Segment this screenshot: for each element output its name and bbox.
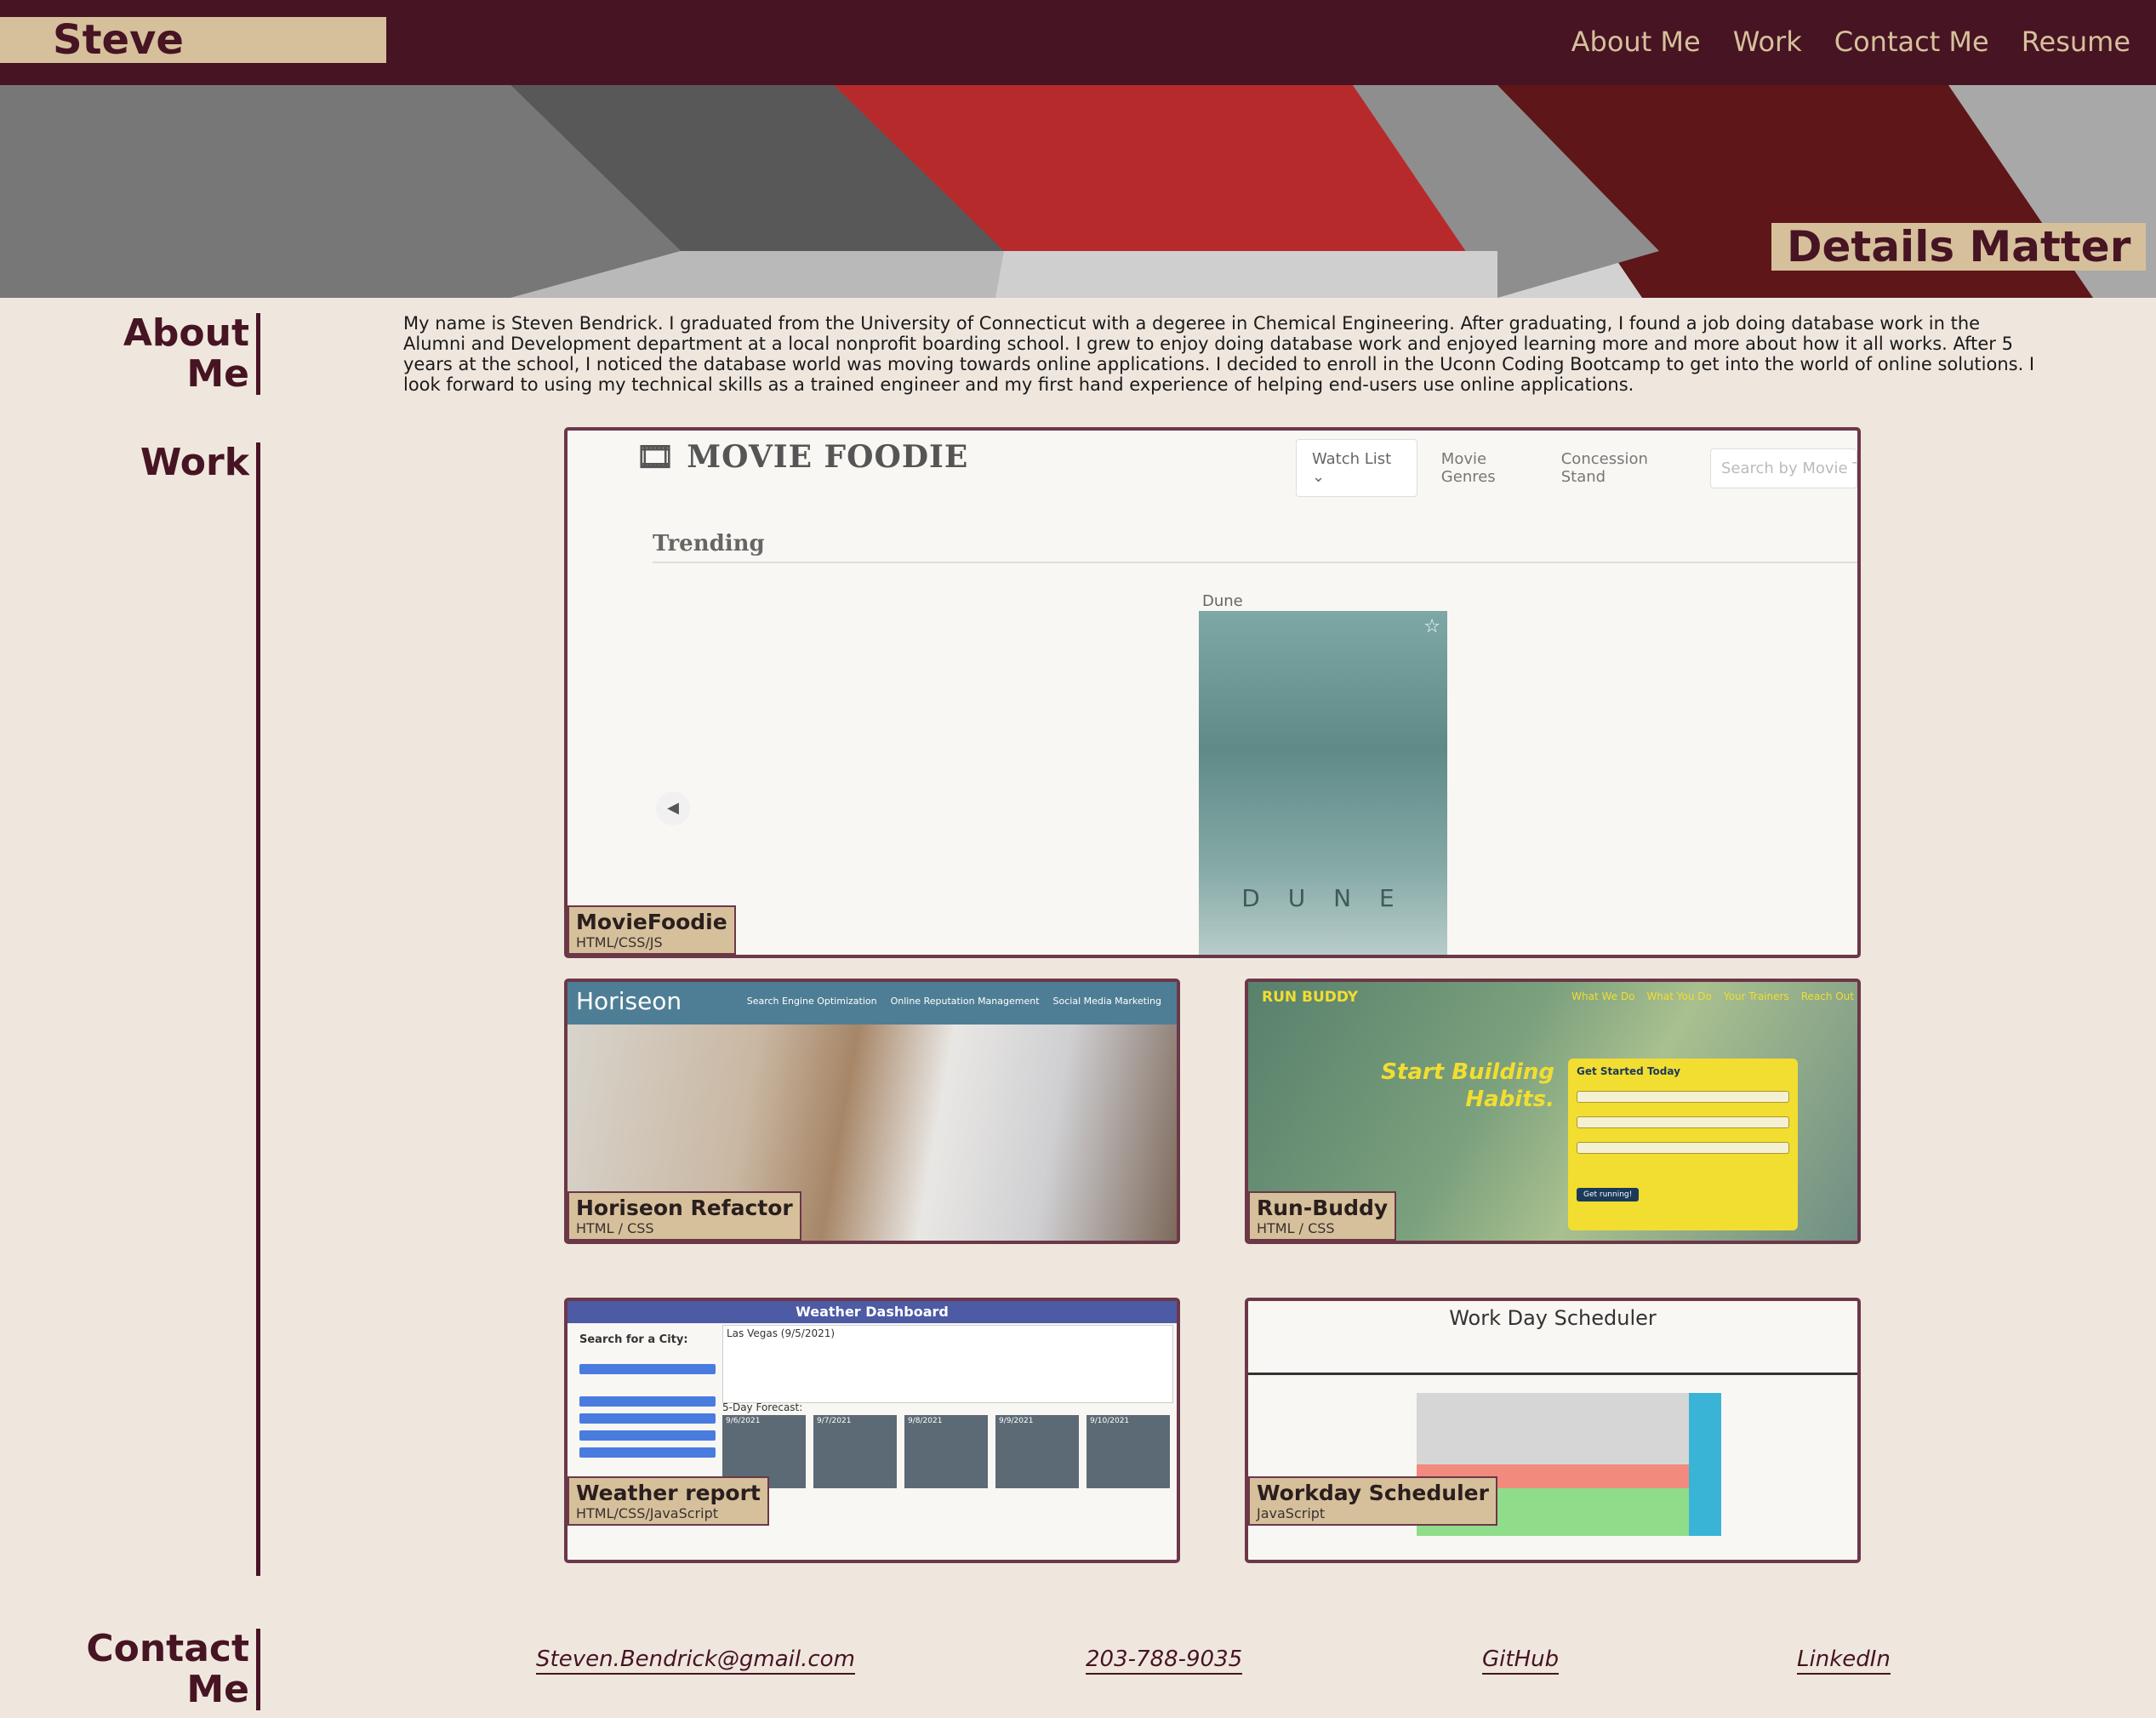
project-title: Horiseon Refactor <box>576 1196 793 1220</box>
project-tech: HTML / CSS <box>1257 1220 1335 1236</box>
nav-work[interactable]: Work <box>1733 22 1802 61</box>
save-icon <box>1689 1512 1721 1536</box>
project-title: Weather report <box>576 1481 761 1505</box>
name-field <box>1577 1091 1789 1103</box>
phone-field <box>1577 1142 1789 1154</box>
hero-banner: Details Matter <box>0 85 2156 298</box>
scheduler-divider <box>1248 1373 1857 1375</box>
star-icon: ☆ <box>1423 616 1440 637</box>
time-block-past <box>1417 1441 1689 1464</box>
forecast-day: 9/9/2021 <box>995 1415 1079 1488</box>
save-icon <box>1689 1417 1721 1441</box>
horiseon-nav-item: Search Engine Optimization <box>746 996 877 1007</box>
horiseon-nav-item: Online Reputation Management <box>890 996 1040 1007</box>
movie-genres-link: Movie Genres <box>1440 450 1496 486</box>
time-block-past <box>1417 1393 1689 1417</box>
nav-about-me[interactable]: About Me <box>1571 22 1701 61</box>
about-heading: About Me <box>79 313 260 395</box>
horiseon-header: Horiseon Search Engine Optimization Onli… <box>568 982 1177 1025</box>
project-label: Horiseon Refactor HTML / CSS <box>568 1191 801 1241</box>
work-heading: Work <box>79 442 260 1576</box>
project-card-weather[interactable]: Weather Dashboard Search for a City: Las… <box>564 1298 1180 1563</box>
time-block-past <box>1417 1417 1689 1441</box>
about-text: My name is Steven Bendrick. I graduated … <box>403 313 2035 395</box>
project-tech: HTML/CSS/JS <box>576 934 663 950</box>
save-icon <box>1689 1488 1721 1512</box>
phone-link[interactable]: 203-788-9035 <box>1086 1646 1243 1675</box>
form-title: Get Started Today <box>1577 1065 1680 1077</box>
forecast-day: 9/8/2021 <box>904 1415 988 1488</box>
watchlist-dropdown: Watch List ⌄ <box>1296 439 1417 497</box>
history-button <box>579 1447 716 1458</box>
runbuddy-nav-item: What You Do <box>1646 990 1712 1002</box>
project-card-horiseon[interactable]: Horiseon Search Engine Optimization Onli… <box>564 979 1180 1244</box>
email-field <box>1577 1116 1789 1128</box>
banner-tagline: Details Matter <box>1771 223 2147 271</box>
current-weather-panel: Las Vegas (9/5/2021) <box>722 1325 1173 1403</box>
runbuddy-nav: What We Do What You Do Your Trainers Rea… <box>1571 990 1854 1002</box>
project-title: Run-Buddy <box>1257 1196 1389 1220</box>
email-link[interactable]: Steven.Bendrick@gmail.com <box>536 1646 855 1675</box>
city-search-label: Search for a City: <box>579 1333 688 1346</box>
project-tech: HTML / CSS <box>576 1220 654 1236</box>
forecast-day: 9/7/2021 <box>813 1415 897 1488</box>
runbuddy-signup-form: Get Started Today Get running! <box>1568 1059 1798 1230</box>
runbuddy-logo: RUN BUDDY <box>1262 989 1359 1006</box>
project-tech: JavaScript <box>1257 1505 1326 1521</box>
project-card-runbuddy[interactable]: RUN BUDDY What We Do What You Do Your Tr… <box>1245 979 1861 1244</box>
horiseon-nav-item: Social Media Marketing <box>1052 996 1161 1007</box>
horiseon-nav: Search Engine Optimization Online Reputa… <box>747 996 1161 1007</box>
history-button <box>579 1413 716 1424</box>
movie-search-input: Search by Movie Title <box>1709 448 1857 488</box>
concession-stand-link: Concession Stand <box>1560 450 1648 486</box>
project-title: Workday Scheduler <box>1257 1481 1489 1505</box>
chevron-left-icon: ◀ <box>656 791 690 825</box>
project-label: Run-Buddy HTML / CSS <box>1248 1191 1397 1241</box>
project-tech: HTML/CSS/JavaScript <box>576 1505 718 1521</box>
site-brand[interactable]: Steve Bendrick <box>0 17 386 109</box>
forecast-heading: 5-Day Forecast: <box>722 1401 803 1413</box>
project-card-moviefoodie[interactable]: 🎞 MOVIE FOODIE Watch List ⌄ Movie Genres… <box>564 427 1861 958</box>
save-icon <box>1689 1464 1721 1488</box>
forecast-day: 9/10/2021 <box>1087 1415 1170 1488</box>
nav-contact-me[interactable]: Contact Me <box>1834 22 1989 61</box>
github-link[interactable]: GitHub <box>1482 1646 1560 1675</box>
runbuddy-nav-item: What We Do <box>1571 990 1635 1002</box>
poster-text: D U N E <box>1241 884 1405 912</box>
project-label: MovieFoodie HTML/CSS/JS <box>568 905 736 955</box>
nav-resume[interactable]: Resume <box>2022 22 2130 61</box>
search-button <box>579 1364 716 1374</box>
weather-dashboard-title: Weather Dashboard <box>568 1301 1177 1323</box>
moviefoodie-nav: Watch List ⌄ Movie Genres Concession Sta… <box>1296 439 1857 497</box>
current-city: Las Vegas (9/5/2021) <box>727 1327 836 1339</box>
project-card-scheduler[interactable]: Work Day Scheduler Workday Scheduler Jav… <box>1245 1298 1861 1563</box>
runbuddy-headline: Start Building Habits. <box>1381 1059 1554 1112</box>
dune-poster: ☆ D U N E <box>1199 611 1447 955</box>
project-title: MovieFoodie <box>576 910 727 934</box>
movie-title: Dune <box>1202 592 1243 610</box>
project-label: Workday Scheduler JavaScript <box>1248 1476 1497 1526</box>
moviefoodie-logo: 🎞 MOVIE FOODIE <box>636 439 969 475</box>
linkedin-link[interactable]: LinkedIn <box>1797 1646 1891 1675</box>
runbuddy-nav-item: Reach Out <box>1800 990 1854 1002</box>
site-header: Steve Bendrick About Me Work Contact Me … <box>0 0 2156 109</box>
history-button <box>579 1396 716 1407</box>
trending-heading: Trending <box>653 531 1857 563</box>
save-icon <box>1689 1441 1721 1464</box>
project-label: Weather report HTML/CSS/JavaScript <box>568 1476 769 1526</box>
save-icon <box>1689 1393 1721 1417</box>
history-button <box>579 1430 716 1441</box>
get-running-button: Get running! <box>1577 1188 1640 1201</box>
contact-heading: Contact Me <box>45 1629 260 1710</box>
scheduler-title: Work Day Scheduler <box>1449 1306 1657 1330</box>
runbuddy-nav-item: Your Trainers <box>1723 990 1789 1002</box>
horiseon-logo: Horiseon <box>576 987 682 1015</box>
main-nav: About Me Work Contact Me Resume <box>1571 22 2130 61</box>
